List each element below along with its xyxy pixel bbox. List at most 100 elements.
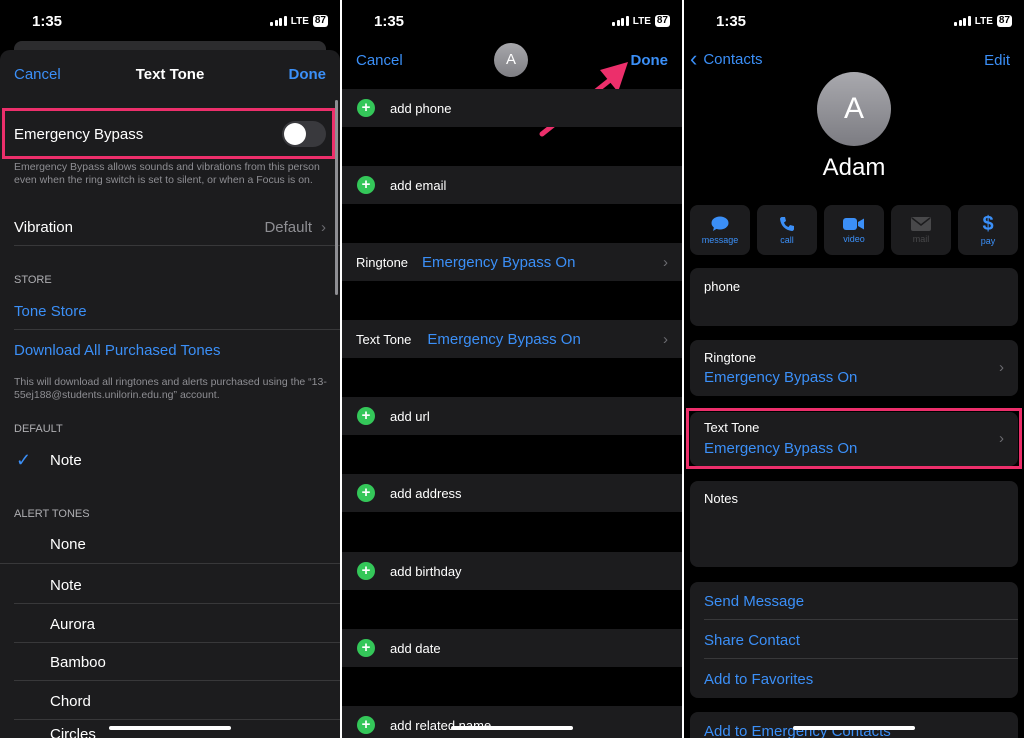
video-button[interactable]: video (824, 205, 884, 255)
chevron-right-icon: › (321, 218, 326, 236)
alert-tone-label: Bamboo (50, 653, 106, 671)
add-date-label: add date (390, 640, 441, 656)
back-button[interactable]: ‹ Contacts (690, 48, 763, 70)
emergency-bypass-footer: Emergency Bypass allows sounds and vibra… (14, 161, 320, 186)
add-email-row[interactable]: + add email (342, 166, 682, 204)
text-tone-label: Text Tone (356, 331, 412, 347)
ringtone-row[interactable]: Ringtone Emergency Bypass On › (342, 243, 682, 281)
status-time: 1:35 (716, 13, 747, 30)
scrollbar[interactable] (335, 100, 338, 295)
link-label: Send Message (704, 592, 805, 610)
avatar: A (817, 72, 891, 146)
alert-tone-label: Aurora (50, 615, 96, 633)
status-bar: 1:35 LTE 87 (684, 0, 1024, 42)
network-label: LTE (974, 15, 993, 27)
message-icon (711, 216, 729, 231)
mail-icon (911, 216, 931, 231)
add-phone-label: add phone (390, 100, 452, 116)
action-buttons: message call video mail $ pay (690, 205, 1018, 255)
signal-icon (954, 16, 971, 26)
add-address-row[interactable]: + add address (342, 474, 682, 512)
tone-store-label: Tone Store (14, 302, 87, 320)
ringtone-label: Ringtone (356, 254, 409, 270)
contact-name: Adam (822, 154, 886, 181)
alert-tones-header: ALERT TONES (14, 508, 90, 520)
alert-tone-row[interactable]: None (0, 526, 340, 564)
action-label: mail (912, 233, 930, 244)
share-contact-link[interactable]: Share Contact (690, 621, 1018, 659)
home-indicator (109, 726, 231, 730)
battery-icon: 87 (996, 15, 1012, 27)
alert-tone-row[interactable]: Note (0, 566, 340, 604)
default-tone-row[interactable]: ✓ Note (0, 441, 340, 479)
add-email-label: add email (390, 177, 447, 193)
signal-icon (612, 16, 629, 26)
add-to-favorites-link[interactable]: Add to Favorites (690, 660, 1018, 698)
download-all-label: Download All Purchased Tones (14, 341, 221, 359)
alert-tone-row[interactable]: Aurora (0, 605, 340, 643)
add-phone-row[interactable]: + add phone (342, 89, 682, 127)
add-icon: + (357, 407, 375, 425)
add-icon: + (357, 99, 375, 117)
action-label: pay (980, 235, 996, 246)
notes-label: Notes (704, 491, 738, 506)
text-tone-row[interactable]: Text Tone Emergency Bypass On › (342, 320, 682, 358)
ringtone-value: Emergency Bypass On (704, 369, 858, 386)
status-bar: 1:35 LTE 87 (0, 0, 340, 42)
add-related-name-row[interactable]: + add related name (342, 706, 682, 738)
alert-tone-label: Note (50, 576, 82, 594)
chevron-right-icon: › (663, 330, 668, 348)
default-tone-label: Note (50, 451, 82, 469)
vibration-row[interactable]: Vibration Default › (0, 208, 340, 246)
add-url-row[interactable]: + add url (342, 397, 682, 435)
action-label: message (701, 234, 739, 245)
alert-tone-label: Chord (50, 692, 91, 710)
add-icon: + (357, 176, 375, 194)
contact-detail-screen: 1:35 LTE 87 ‹ Contacts Edit A Adam messa… (684, 0, 1024, 738)
add-birthday-row[interactable]: + add birthday (342, 552, 682, 590)
add-related-name-label: add related name (390, 717, 492, 733)
store-header: STORE (14, 274, 52, 286)
text-tone-value: Emergency Bypass On (427, 330, 581, 348)
ringtone-label: Ringtone (704, 350, 757, 365)
phone-label: phone (704, 279, 741, 294)
cancel-button[interactable]: Cancel (356, 52, 403, 69)
add-date-row[interactable]: + add date (342, 629, 682, 667)
add-icon: + (357, 639, 375, 657)
phone-card[interactable]: phone (690, 268, 1018, 326)
chevron-right-icon: › (999, 359, 1004, 376)
add-icon: + (357, 716, 375, 734)
nav-bar: Cancel Text Tone Done (0, 50, 340, 98)
download-all-link[interactable]: Download All Purchased Tones (0, 331, 340, 369)
video-icon (843, 217, 864, 230)
signal-icon (270, 16, 287, 26)
ringtone-card[interactable]: Ringtone Emergency Bypass On › (690, 340, 1018, 396)
status-time: 1:35 (32, 13, 63, 30)
add-address-label: add address (390, 485, 462, 501)
alert-tone-label: None (50, 536, 86, 553)
done-button[interactable]: Done (289, 66, 327, 83)
home-indicator (451, 726, 573, 730)
phone-icon (780, 216, 794, 231)
add-icon: + (357, 562, 375, 580)
battery-icon: 87 (312, 15, 328, 27)
vibration-value: Default (264, 218, 312, 236)
message-button[interactable]: message (690, 205, 750, 255)
network-label: LTE (632, 15, 651, 27)
avatar[interactable]: A (494, 43, 528, 77)
add-icon: + (357, 484, 375, 502)
alert-tone-row[interactable]: Bamboo (0, 643, 340, 681)
links-card: Send Message Share Contact Add to Favori… (690, 582, 1018, 698)
status-time: 1:35 (374, 13, 405, 30)
action-label: video (843, 233, 865, 244)
call-button[interactable]: call (757, 205, 817, 255)
add-url-label: add url (390, 408, 430, 424)
alert-tone-row[interactable]: Chord (0, 682, 340, 720)
notes-card[interactable]: Notes (690, 481, 1018, 567)
edit-button[interactable]: Edit (984, 52, 1010, 69)
send-message-link[interactable]: Send Message (690, 582, 1018, 620)
tone-store-link[interactable]: Tone Store (0, 292, 340, 330)
vibration-label: Vibration (14, 218, 73, 236)
mail-button[interactable]: mail (891, 205, 951, 255)
pay-button[interactable]: $ pay (958, 205, 1018, 255)
